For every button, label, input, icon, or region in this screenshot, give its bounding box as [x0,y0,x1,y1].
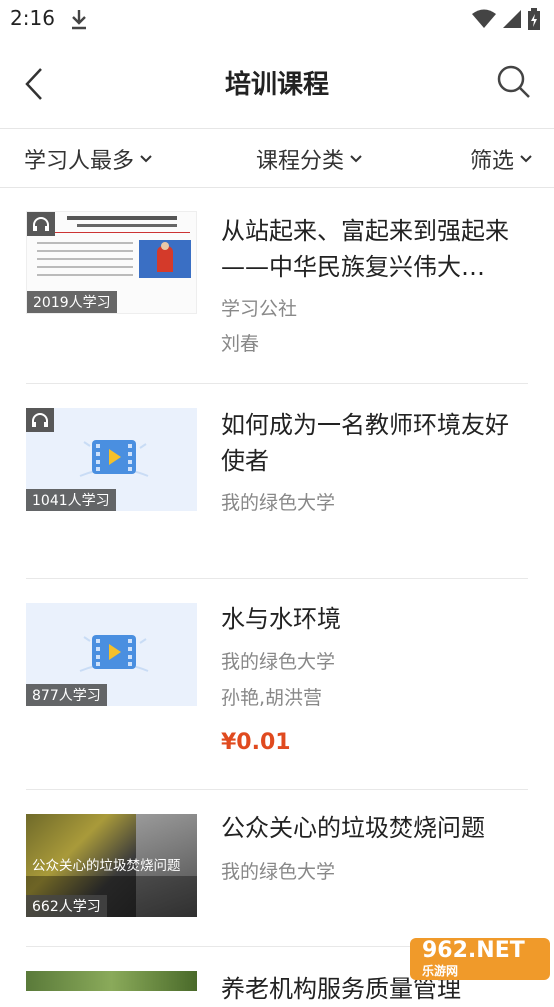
chevron-down-icon [520,155,532,163]
search-button[interactable] [496,64,536,104]
course-title[interactable]: 公众关心的垃圾焚烧问题 [221,810,528,846]
signal-icon [503,10,521,28]
course-thumbnail: 877人学习 [26,603,197,706]
download-icon [70,8,88,34]
course-title[interactable]: 水与水环境 [221,601,528,637]
video-placeholder-icon [79,440,149,477]
filter-bar: 学习人最多 课程分类 筛选 [0,128,554,188]
headphones-icon [32,413,48,427]
wifi-icon [472,9,496,28]
course-item[interactable]: 877人学习 水与水环境 我的绿色大学 孙艳,胡洪营 ¥0.01 [0,579,554,790]
course-item[interactable]: 2019人学习 从站起来、富起来到强起来——中华民族复兴伟大… 学习公社 刘春 [0,187,554,384]
search-icon [497,65,530,98]
course-title[interactable]: 从站起来、富起来到强起来——中华民族复兴伟大… [221,213,528,285]
course-title[interactable]: 如何成为一名教师环境友好使者 [221,407,528,479]
video-placeholder-icon [79,635,149,672]
chevron-down-icon [350,155,362,163]
status-bar: 2:16 [0,0,554,40]
course-price: ¥0.01 [221,730,291,755]
course-publisher: 我的绿色大学 [221,651,336,673]
audio-badge [26,408,54,432]
learner-count: 1041人学习 [26,489,116,511]
headphones-icon [33,217,49,231]
watermark-main: 962.NET [422,937,525,963]
watermark-sub: 乐游网 [422,963,459,978]
learner-count: 877人学习 [26,684,107,706]
category-filter[interactable]: 课程分类 [256,143,362,175]
course-publisher: 我的绿色大学 [221,861,336,883]
category-filter-label: 课程分类 [256,149,345,174]
sort-filter-label: 学习人最多 [24,149,135,174]
learner-count: 662人学习 [26,895,107,917]
status-time: 2:16 [10,6,55,30]
course-thumbnail: 2019人学习 [26,211,197,314]
course-teacher: 刘春 [221,333,260,355]
audio-badge [27,212,55,236]
watermark-logo: 962.NET 乐游网 [410,938,550,980]
course-item[interactable]: 1041人学习 如何成为一名教师环境友好使者 我的绿色大学 [0,384,554,579]
course-thumbnail: 公众关心的垃圾焚烧问题 662人学习 [26,814,197,917]
course-thumbnail: 1041人学习 [26,408,197,511]
course-publisher: 我的绿色大学 [221,492,336,514]
page-title: 培训课程 [224,70,329,100]
screen-filter[interactable]: 筛选 [470,143,532,175]
battery-icon [528,8,540,30]
sort-filter[interactable]: 学习人最多 [24,143,152,175]
course-thumbnail [26,971,197,991]
course-publisher: 学习公社 [221,298,298,320]
system-icons [472,8,540,30]
thumbnail-caption: 公众关心的垃圾焚烧问题 [32,858,181,874]
learner-count: 2019人学习 [27,291,117,313]
course-teacher: 孙艳,胡洪营 [221,687,323,709]
title-bar: 培训课程 [0,40,554,128]
screen-filter-label: 筛选 [469,149,514,174]
chevron-down-icon [140,155,152,163]
course-item[interactable]: 公众关心的垃圾焚烧问题 662人学习 公众关心的垃圾焚烧问题 我的绿色大学 [0,790,554,947]
